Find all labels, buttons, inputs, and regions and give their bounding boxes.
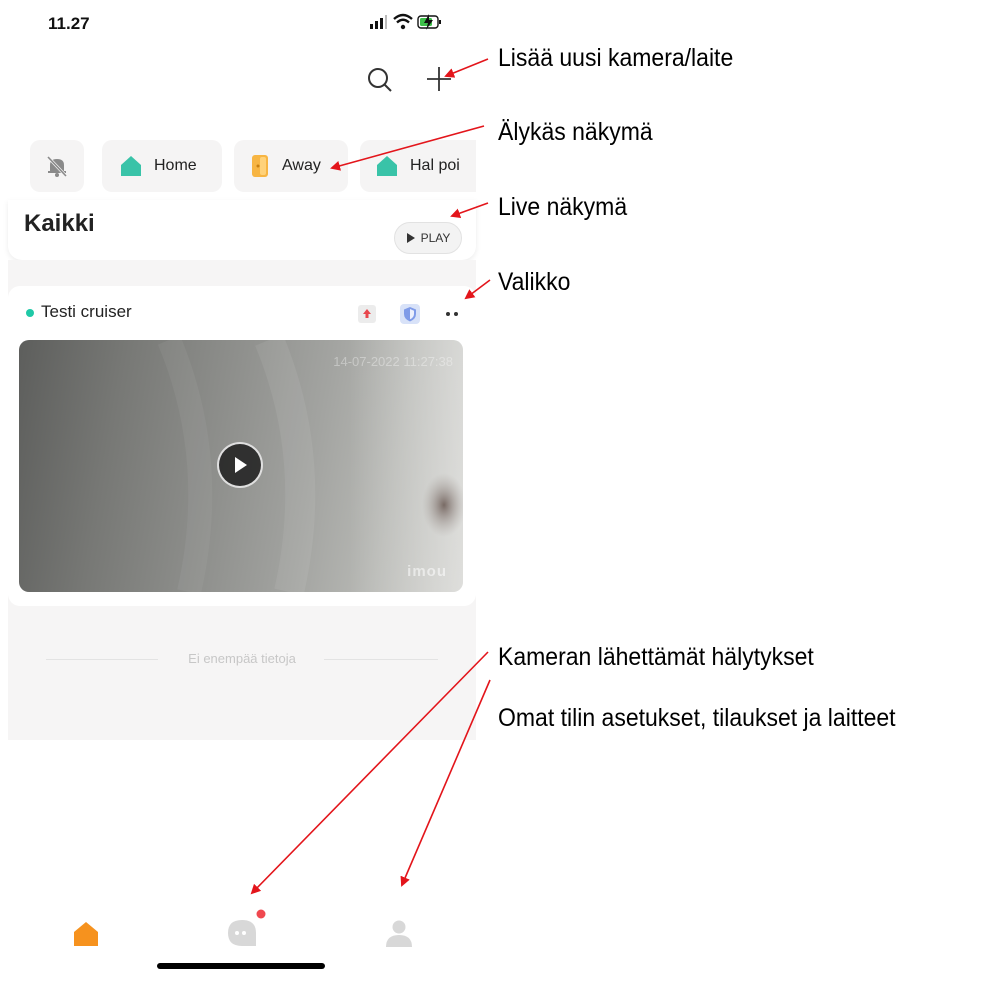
camera-video-preview[interactable]: 14-07-2022 11:27:38 imou — [19, 340, 463, 592]
brand-watermark: imou — [407, 563, 447, 580]
bottom-navigation — [0, 740, 476, 890]
nav-home-icon[interactable] — [70, 918, 102, 950]
annotation-account: Omat tilin asetukset, tilaukset ja laitt… — [498, 704, 896, 732]
device-name[interactable]: Testi cruiser — [41, 302, 132, 322]
nav-messages-icon[interactable] — [224, 908, 272, 952]
status-icons — [368, 10, 468, 34]
mode-chip-home[interactable]: Home — [102, 140, 222, 192]
annotation-menu: Valikko — [498, 268, 571, 296]
home-icon — [121, 156, 141, 176]
status-time: 11.27 — [48, 14, 90, 33]
annotation-smart-view: Älykäs näkymä — [498, 118, 653, 146]
mode-label-home: Home — [154, 157, 197, 174]
section-title: Kaikki — [24, 210, 95, 237]
play-icon — [235, 457, 247, 473]
annotation-alarms: Kameran lähettämät hälytykset — [498, 643, 814, 671]
mode-label-away: Away — [282, 157, 321, 174]
play-icon — [406, 233, 415, 243]
annotation-add-device: Lisää uusi kamera/laite — [498, 44, 734, 72]
cloud-upload-icon[interactable] — [358, 305, 376, 323]
mode-chip-away[interactable]: Away — [234, 140, 348, 192]
list-end-indicator: Ei enempää tietoja — [46, 651, 438, 667]
home-icon — [377, 156, 397, 176]
mode-chip-mute[interactable] — [30, 140, 84, 192]
home-indicator — [157, 963, 325, 969]
add-device-icon[interactable] — [424, 64, 454, 94]
annotation-live-view: Live näkymä — [498, 193, 628, 221]
play-label: PLAY — [420, 231, 451, 245]
divider — [324, 659, 438, 660]
online-status-dot — [26, 309, 34, 317]
more-options-icon[interactable] — [442, 308, 462, 320]
signal-wifi-battery-icon — [370, 13, 441, 30]
door-icon — [252, 155, 268, 177]
shield-icon[interactable] — [400, 304, 420, 324]
video-timestamp: 14-07-2022 11:27:38 — [333, 354, 453, 369]
live-play-button[interactable]: PLAY — [394, 222, 462, 254]
mode-chip-custom[interactable]: Hal poi — [360, 140, 476, 192]
search-icon[interactable] — [366, 66, 394, 94]
mode-label-custom: Hal poi — [410, 157, 460, 174]
nav-account-icon[interactable] — [384, 918, 414, 950]
bell-off-icon — [46, 155, 68, 178]
phone-screen: 11.27 Home Away Hal poi Kaikki PLAY Test… — [0, 0, 476, 994]
video-play-button[interactable] — [217, 442, 263, 488]
